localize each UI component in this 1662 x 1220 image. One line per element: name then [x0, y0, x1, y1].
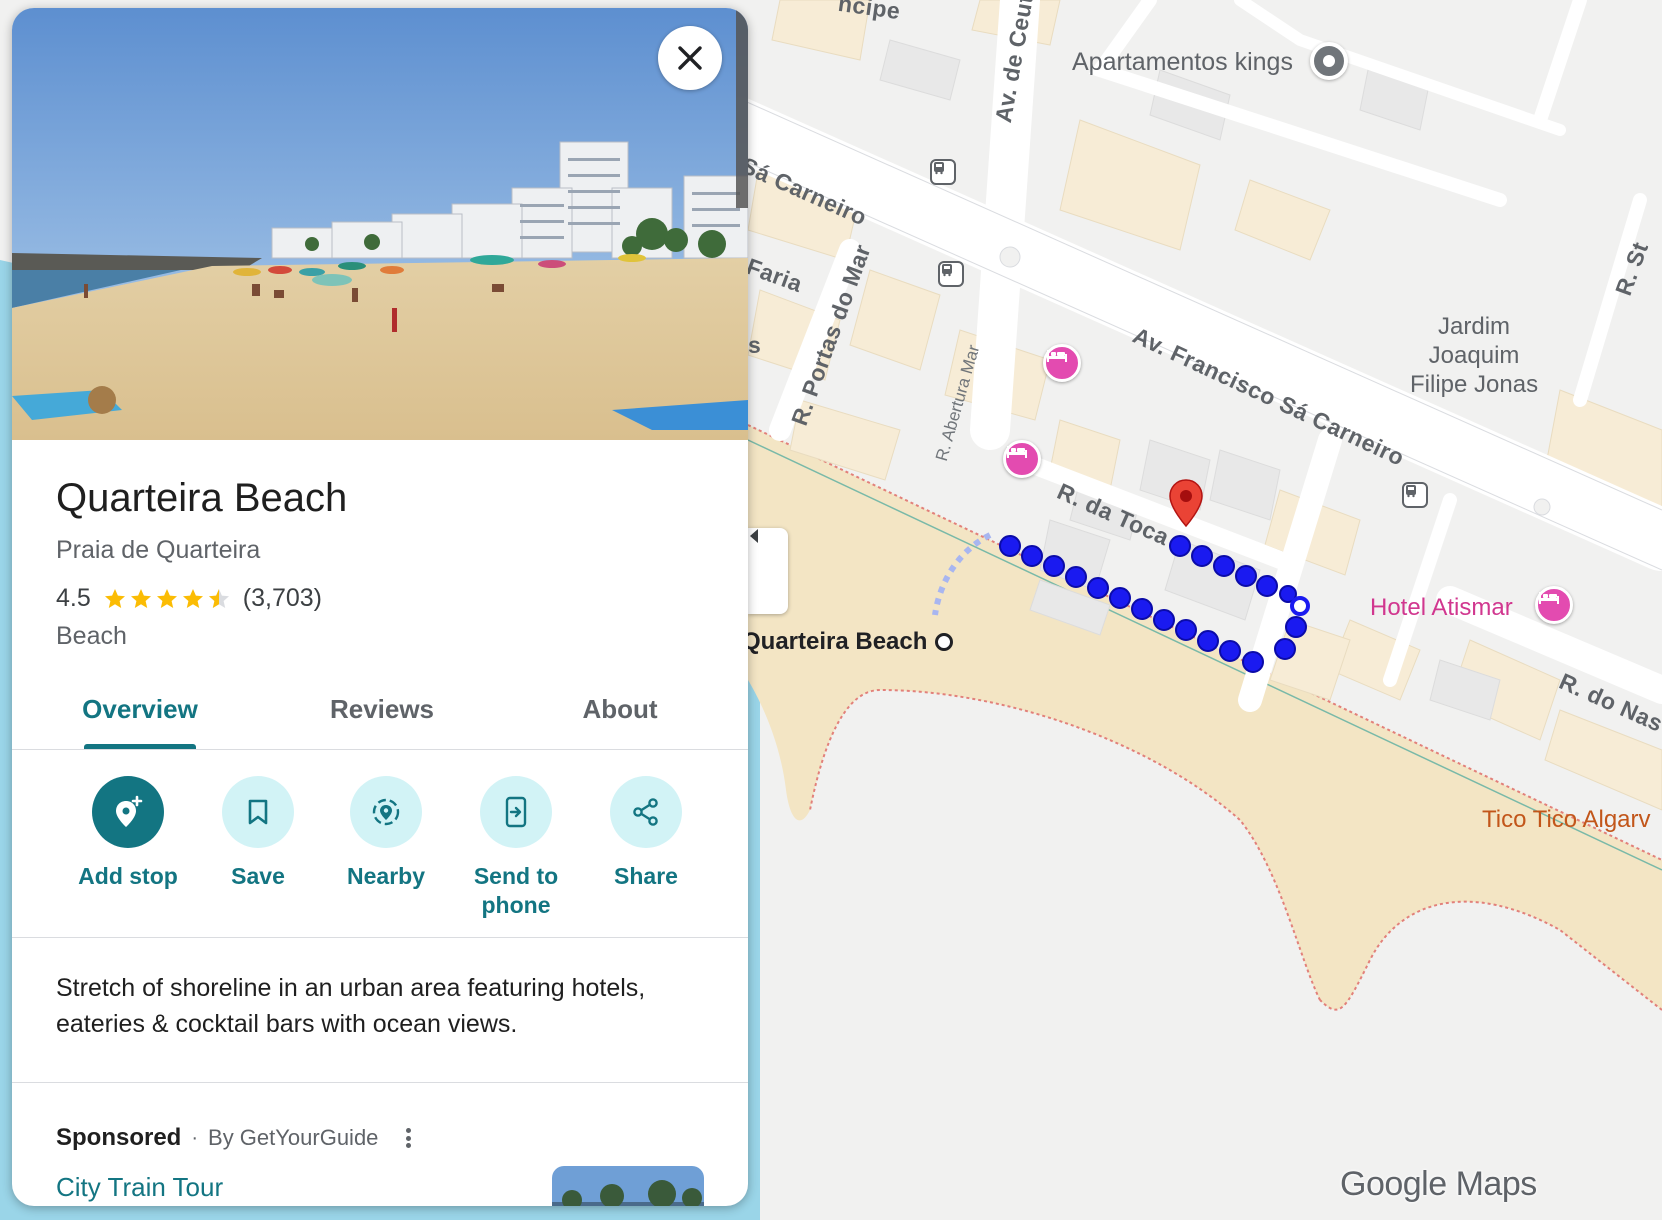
place-description: Stretch of shoreline in an urban area fe…	[56, 974, 646, 1038]
sponsored-header: Sponsored · By GetYourGuide	[56, 1124, 418, 1152]
action-label: Add stop	[78, 863, 178, 889]
tour-thumbnail-image	[552, 1166, 704, 1206]
separator-dot: ·	[191, 1126, 199, 1149]
beach-photo	[12, 8, 748, 440]
place-marker-icon	[935, 633, 954, 651]
tab-about[interactable]: About	[540, 694, 700, 725]
map-label-restaurant[interactable]: Tico Tico Algarv	[1482, 806, 1651, 834]
star-icon	[104, 588, 125, 608]
place-title: Quarteira Beach	[56, 476, 348, 520]
place-category[interactable]: Beach	[56, 622, 127, 651]
hotel-icon[interactable]	[1043, 344, 1081, 382]
share-button[interactable]: Share	[586, 776, 706, 891]
star-icon	[156, 588, 177, 608]
place-subtitle: Praia de Quarteira	[56, 536, 261, 564]
add-stop-button[interactable]: Add stop	[68, 776, 188, 891]
chevron-left-icon	[750, 529, 758, 543]
half-star-icon	[208, 588, 229, 608]
tab-overview[interactable]: Overview	[60, 694, 220, 725]
tab-reviews[interactable]: Reviews	[302, 694, 462, 725]
collapse-panel-button[interactable]	[748, 528, 788, 614]
bus-stop-icon[interactable]	[938, 261, 964, 287]
action-label: Share	[614, 863, 678, 889]
apartment-marker-icon[interactable]	[1310, 42, 1348, 80]
nearby-icon	[372, 798, 400, 826]
more-options-icon[interactable]	[398, 1126, 418, 1150]
map-label-street: s	[748, 332, 762, 358]
nearby-button[interactable]: Nearby	[326, 776, 446, 891]
sponsored-tour-thumbnail[interactable]	[552, 1166, 704, 1206]
destination-pin-icon[interactable]	[1168, 478, 1204, 528]
rating-row[interactable]: 4.5 (3,703)	[56, 584, 322, 613]
close-icon	[678, 46, 702, 70]
map-label-park[interactable]: Jardim Joaquim Filipe Jonas	[1410, 312, 1538, 399]
close-button[interactable]	[658, 26, 722, 90]
sponsored-tour-link[interactable]: City Train Tour	[56, 1172, 223, 1203]
action-label: Nearby	[347, 863, 425, 889]
send-to-phone-icon	[505, 796, 527, 828]
save-button[interactable]: Save	[198, 776, 318, 891]
sponsor-name: By GetYourGuide	[208, 1125, 379, 1150]
action-label: Save	[231, 863, 285, 889]
rating-value: 4.5	[56, 584, 91, 612]
sponsored-label: Sponsored	[56, 1124, 182, 1151]
star-icon	[182, 588, 203, 608]
place-photo[interactable]	[12, 8, 748, 440]
share-icon	[633, 798, 658, 826]
google-maps-logo: Google Maps	[1340, 1165, 1537, 1203]
map-label-selected-place[interactable]: Quarteira Beach	[742, 628, 954, 656]
send-to-phone-button[interactable]: Send to phone	[456, 776, 576, 920]
panel-scrollbar[interactable]	[736, 8, 748, 208]
add-location-icon	[116, 795, 143, 827]
map-label-apartamentos[interactable]: Apartamentos kings	[1072, 48, 1293, 77]
tab-indicator	[84, 744, 196, 749]
place-panel: Quarteira Beach Praia de Quarteira 4.5 (…	[12, 8, 748, 1206]
map-label-hotel[interactable]: Hotel Atismar	[1370, 594, 1513, 622]
hotel-icon[interactable]	[1535, 586, 1573, 624]
tab-bar: Overview Reviews About	[12, 676, 748, 750]
bookmark-icon	[248, 799, 268, 825]
action-bar: Add stop Save Nearby Send to phone Share	[12, 750, 748, 938]
star-rating	[103, 587, 231, 611]
divider	[12, 1082, 748, 1083]
bus-stop-icon[interactable]	[930, 159, 956, 185]
star-icon	[130, 588, 151, 608]
bus-stop-icon[interactable]	[1402, 482, 1428, 508]
hotel-icon[interactable]	[1003, 440, 1041, 478]
review-count[interactable]: (3,703)	[243, 584, 322, 613]
action-label: Send to phone	[473, 863, 559, 918]
